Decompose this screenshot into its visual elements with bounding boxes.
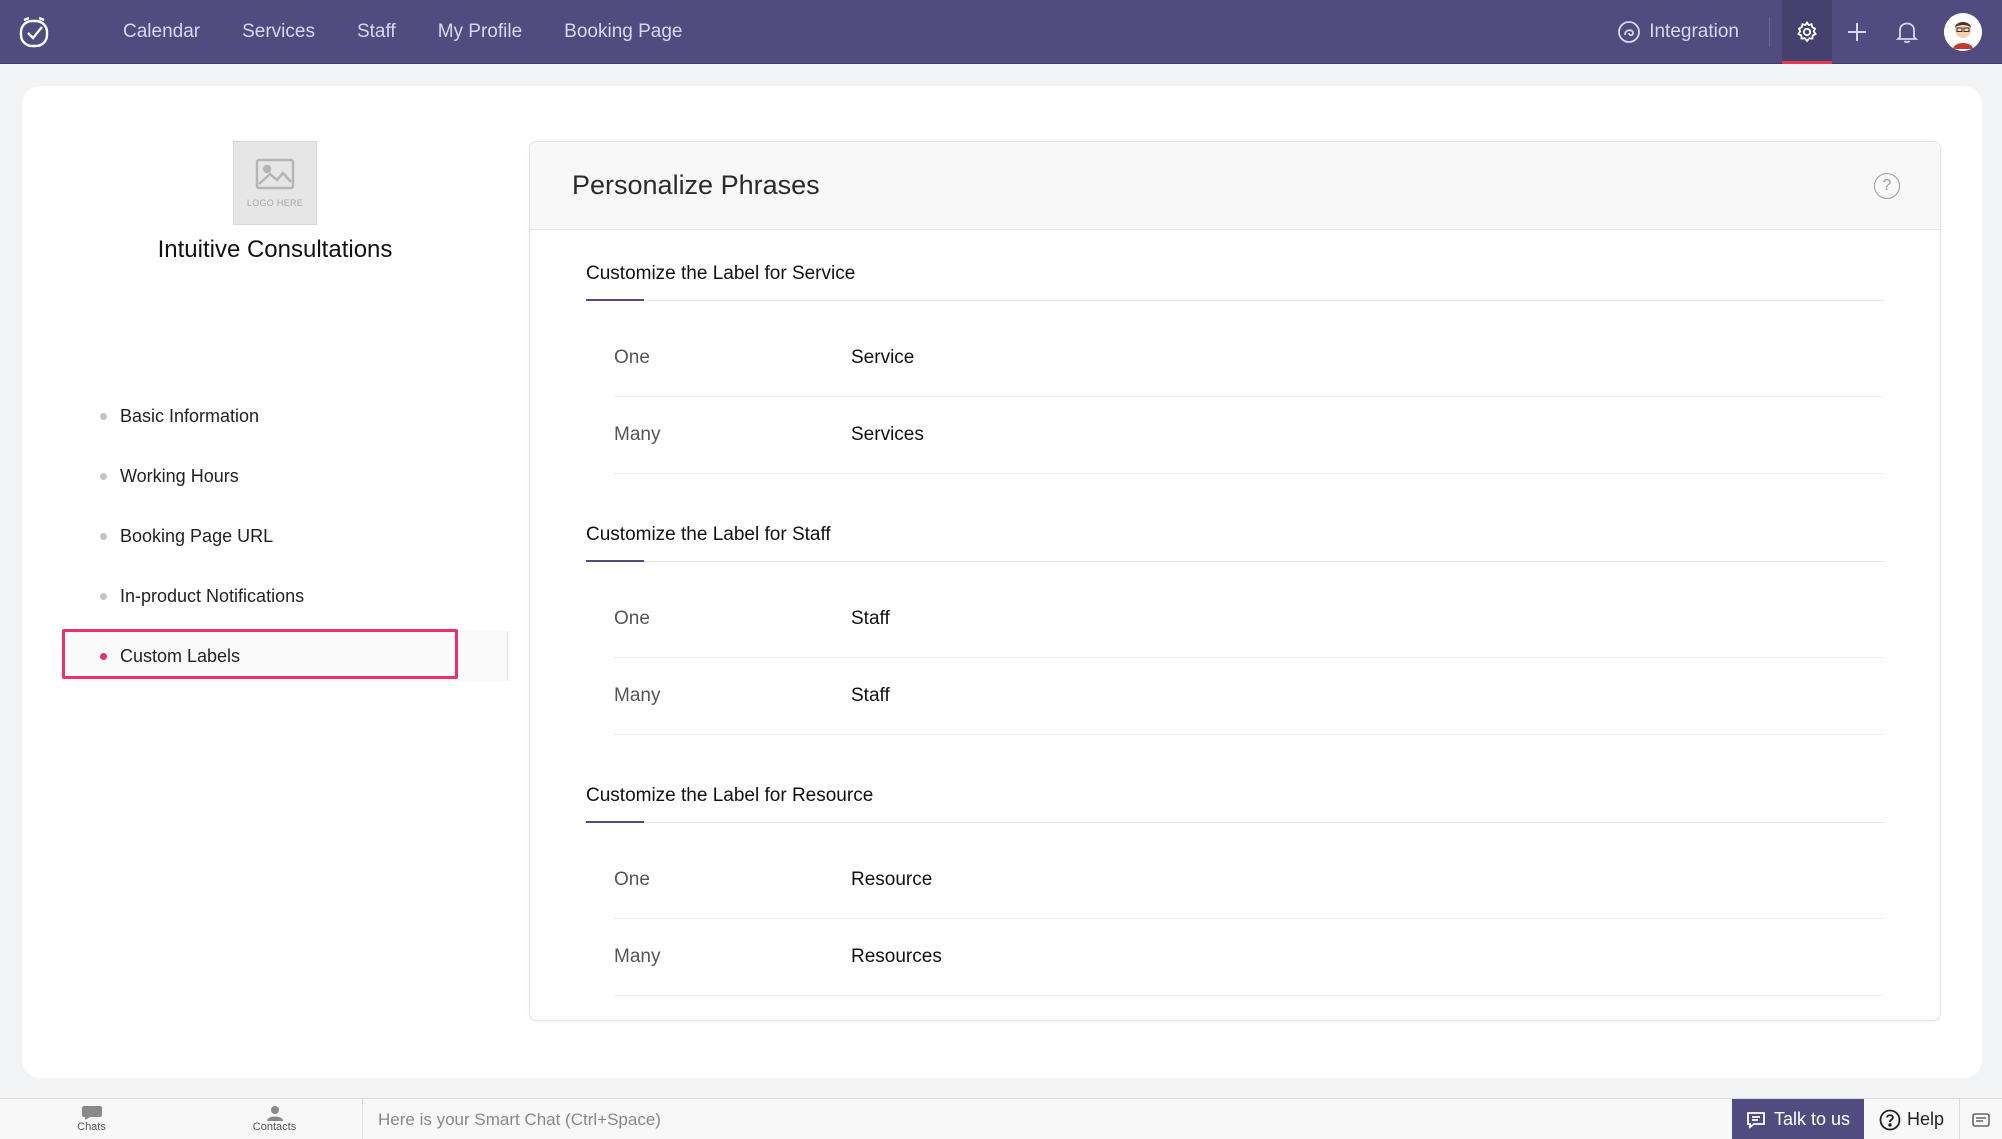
app-logo-icon[interactable] [16,14,52,50]
talk-to-us-button[interactable]: Talk to us [1732,1099,1864,1139]
contacts-button[interactable]: Contacts [183,1099,366,1139]
main-nav: Calendar Services Staff My Profile Booki… [102,0,704,64]
message-icon [1747,1111,1765,1129]
chat-bubble-icon [81,1106,102,1120]
bullet-dot [100,593,107,600]
bottom-bar-expand-button[interactable] [1960,1099,2002,1139]
logo-placeholder-text: LOGO HERE [246,198,304,208]
settings-button[interactable] [1782,0,1832,64]
label-key: One [614,869,650,890]
label-value-field[interactable]: Staff [851,685,890,707]
sidebar-item-label: Basic Information [120,405,260,426]
section-resource-label: Customize the Label for Resource One Res… [586,777,1884,996]
label-value-field[interactable]: Resources [851,946,942,968]
integration-label: Integration [1649,21,1739,42]
business-logo-placeholder[interactable]: LOGO HERE [233,141,317,225]
sidebar-item-booking-page-url[interactable]: Booking Page URL [62,511,508,561]
business-name: Intuitive Consultations [157,236,393,263]
bottom-chat-bar: Chats Contacts Here is your Smart Chat (… [0,1098,2002,1139]
plus-icon [1848,23,1866,41]
label-value-field[interactable]: Service [851,347,914,369]
personalize-phrases-panel: Personalize Phrases ? Customize the Labe… [529,141,1941,1021]
section-title: Customize the Label for Service [586,255,1884,301]
sidebar-item-basic-information[interactable]: Basic Information [62,391,508,441]
chats-button[interactable]: Chats [0,1099,183,1139]
bullet-dot [100,653,107,660]
sidebar-item-label: Booking Page URL [120,525,274,546]
chat-window-icon [1972,1112,1990,1127]
nav-my-profile[interactable]: My Profile [417,0,543,64]
sidebar-item-working-hours[interactable]: Working Hours [62,451,508,501]
add-button[interactable] [1832,0,1882,64]
label-value-field[interactable]: Staff [851,608,890,630]
sidebar-item-custom-labels[interactable]: Custom Labels [62,629,508,681]
section-service-label: Customize the Label for Service One Serv… [586,255,1884,474]
nav-calendar[interactable]: Calendar [102,0,221,64]
label-key: Many [614,424,661,445]
section-title: Customize the Label for Staff [586,516,1884,562]
label-row-one: One Resource [614,842,1884,919]
integration-icon [1618,21,1641,43]
help-button[interactable]: Help [1864,1099,1960,1139]
bullet-dot [100,473,107,480]
label-value-field[interactable]: Resource [851,869,932,891]
chats-label: Chats [77,1121,106,1133]
label-row-one: One Staff [614,581,1884,658]
sidebar-item-label: Working Hours [120,465,239,486]
nav-services[interactable]: Services [221,0,336,64]
settings-icon [1797,20,1817,43]
contact-person-icon [266,1106,283,1121]
bullet-dot [100,413,107,420]
top-nav-bar: Calendar Services Staff My Profile Booki… [0,0,2002,64]
label-row-one: One Service [614,320,1884,397]
talk-to-us-label: Talk to us [1773,1109,1851,1129]
question-circle-icon [1879,1109,1901,1130]
contacts-label: Contacts [252,1121,297,1133]
label-row-many: Many Resources [614,919,1884,996]
bullet-dot [100,533,107,540]
help-icon[interactable]: ? [1874,173,1900,199]
label-key: Many [614,946,661,967]
user-avatar[interactable] [1944,13,1982,51]
sidebar-item-label: Custom Labels [120,645,241,666]
nav-booking-page[interactable]: Booking Page [543,0,703,64]
label-key: One [614,347,650,368]
main-content-card: LOGO HERE Intuitive Consultations Basic … [22,86,1982,1078]
settings-sidebar: Basic Information Working Hours Booking … [62,391,508,691]
nav-right-group: Integration [1617,0,2002,64]
sidebar-item-label: In-product Notifications [120,585,305,606]
panel-header: Personalize Phrases ? [530,142,1940,230]
section-staff-label: Customize the Label for Staff One Staff … [586,516,1884,735]
bell-icon [1896,22,1918,44]
notifications-button[interactable] [1882,0,1932,64]
label-key: Many [614,685,661,706]
image-icon [255,158,295,190]
label-row-many: Many Staff [614,658,1884,735]
smart-chat-input[interactable]: Here is your Smart Chat (Ctrl+Space) [362,1099,1732,1139]
help-label: Help [1906,1109,1945,1129]
sidebar-item-in-product-notifications[interactable]: In-product Notifications [62,571,508,621]
panel-title: Personalize Phrases [572,170,820,200]
label-row-many: Many Services [614,397,1884,474]
label-value-field[interactable]: Services [851,424,924,446]
label-key: One [614,608,650,629]
section-title: Customize the Label for Resource [586,777,1884,823]
integration-button[interactable]: Integration [1617,17,1770,47]
nav-staff[interactable]: Staff [336,0,417,64]
